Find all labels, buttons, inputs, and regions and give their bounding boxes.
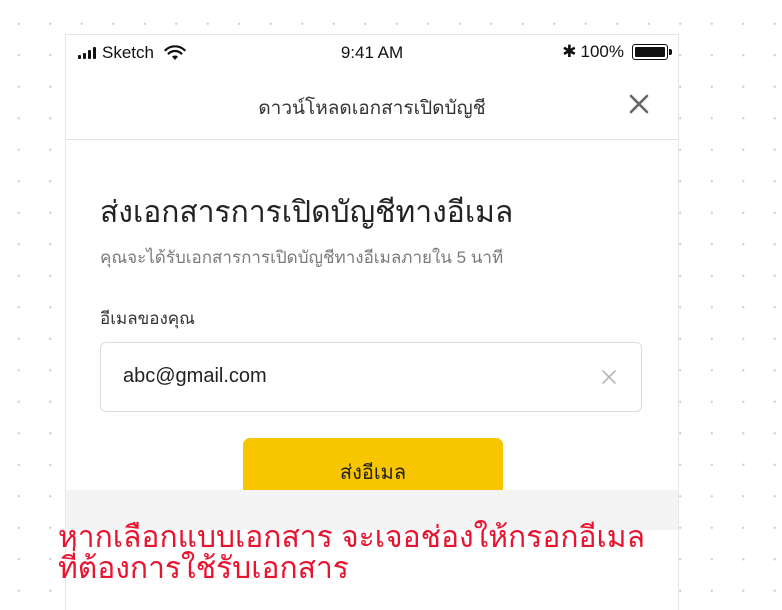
battery-percent: 100%: [580, 42, 624, 61]
form-heading: ส่งเอกสารการเปิดบัญชีทางอีเมล: [100, 196, 514, 229]
page-title: ดาวน์โหลดเอกสารเปิดบัญชี: [258, 98, 486, 119]
form-subtext: คุณจะได้รับเอกสารการเปิดบัญชีทางอีเมลภาย…: [100, 248, 504, 267]
annotation-line-2: ที่ต้องการใช้รับเอกสาร: [58, 552, 349, 585]
email-label: อีเมลของคุณ: [100, 309, 195, 328]
close-icon[interactable]: [628, 93, 650, 115]
battery-full-icon: [632, 44, 672, 60]
annotation-line-1: หากเลือกแบบเอกสาร จะเจอช่องให้กรอกอีเมล: [58, 521, 645, 554]
bluetooth-icon: ✱: [562, 42, 577, 61]
status-right: ✱ 100%: [562, 42, 672, 62]
nav-bar: ดาวน์โหลดเอกสารเปิดบัญชี: [66, 69, 678, 140]
clear-x-icon[interactable]: [601, 369, 617, 385]
annotation-note: หากเลือกแบบเอกสาร จะเจอช่องให้กรอกอีเมล …: [58, 522, 678, 584]
email-input[interactable]: [123, 365, 583, 388]
status-bar: Sketch 9:41 AM ✱ 100%: [66, 35, 678, 69]
email-field[interactable]: [100, 342, 642, 412]
